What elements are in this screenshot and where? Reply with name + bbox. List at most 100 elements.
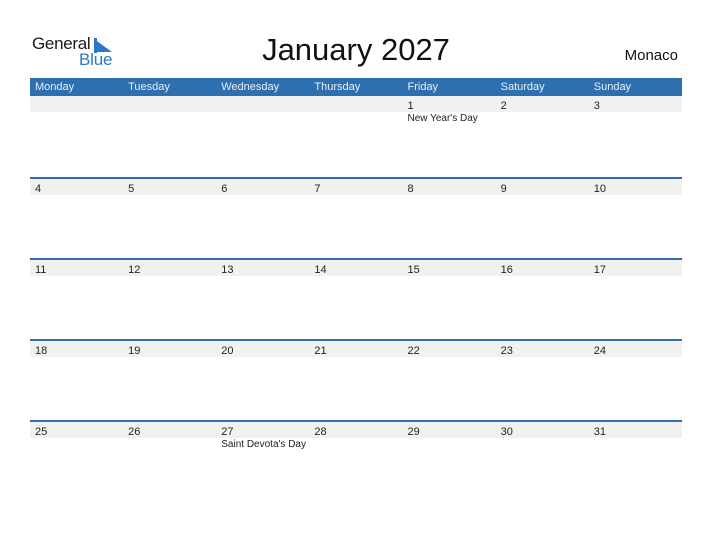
holiday-label [216, 195, 309, 196]
day-cell: 14 [309, 260, 402, 276]
day-cell: 15 [403, 260, 496, 276]
date-strip: 18 19 20 21 22 23 24 [30, 340, 682, 357]
day-number: 20 [221, 344, 234, 357]
holiday-label [123, 112, 216, 124]
day-number: 23 [500, 344, 513, 357]
day-number: 8 [407, 182, 414, 195]
week-row: 25 26 27 28 29 30 31 Saint Devota's Day [30, 420, 682, 501]
holiday-label: Saint Devota's Day [221, 438, 306, 450]
holiday-label [216, 276, 309, 277]
week-row: 4 5 6 7 8 9 10 [30, 177, 682, 258]
day-number: 1 [407, 100, 414, 112]
day-cell: 20 [216, 341, 309, 357]
holiday-label [123, 438, 216, 450]
week-row: 11 12 13 14 15 16 17 [30, 258, 682, 339]
day-cell: 27 [216, 422, 309, 438]
day-cell: 17 [589, 260, 682, 276]
day-cell: 10 [589, 179, 682, 195]
date-strip: 25 26 27 28 29 30 31 [30, 421, 682, 438]
weekday-tuesday: Tuesday [128, 81, 170, 93]
day-number: 19 [128, 344, 141, 357]
day-number: 2 [500, 100, 507, 112]
weekday-sunday: Sunday [593, 81, 632, 93]
date-strip: 11 12 13 14 15 16 17 [30, 259, 682, 276]
day-cell: 5 [123, 179, 216, 195]
holiday-label: New Year's Day [407, 113, 478, 124]
day-cell: 13 [216, 260, 309, 276]
day-cell: 16 [496, 260, 589, 276]
date-strip: 4 5 6 7 8 9 10 [30, 178, 682, 195]
holiday-label [496, 357, 589, 358]
holiday-row: New Year's Day [30, 112, 682, 124]
holiday-label [30, 438, 123, 450]
holiday-label [309, 438, 402, 450]
day-cell [216, 96, 309, 112]
day-number: 27 [221, 425, 234, 438]
day-cell: 4 [30, 179, 123, 195]
day-number: 14 [314, 263, 327, 276]
day-number: 26 [128, 425, 141, 438]
holiday-label [496, 438, 589, 450]
calendar-grid: Monday Tuesday Wednesday Thursday Friday… [30, 78, 682, 501]
day-number: 21 [314, 344, 327, 357]
weekday-header: Monday Tuesday Wednesday Thursday Friday… [30, 78, 682, 96]
holiday-label [496, 112, 589, 124]
holiday-label [403, 276, 496, 277]
holiday-label [589, 195, 682, 196]
day-cell: 28 [309, 422, 402, 438]
day-number: 30 [500, 425, 513, 438]
day-cell: 19 [123, 341, 216, 357]
day-cell: 11 [30, 260, 123, 276]
weekday-wednesday: Wednesday [221, 81, 280, 93]
day-cell: 21 [309, 341, 402, 357]
day-cell: 7 [309, 179, 402, 195]
holiday-label [589, 438, 682, 450]
day-number: 11 [35, 263, 47, 276]
holiday-label [589, 112, 682, 124]
holiday-label [589, 357, 682, 358]
holiday-label [309, 112, 402, 124]
holiday-label [309, 195, 402, 196]
page-title: January 2027 [262, 32, 450, 67]
day-cell: 12 [123, 260, 216, 276]
week-row: 18 19 20 21 22 23 24 [30, 339, 682, 420]
day-number: 10 [593, 182, 606, 195]
holiday-label [30, 357, 123, 358]
holiday-label [30, 276, 123, 277]
holiday-row: Saint Devota's Day [30, 438, 682, 450]
holiday-label [30, 195, 123, 196]
day-number: 4 [35, 182, 42, 195]
day-number: 16 [500, 263, 513, 276]
day-cell: 26 [123, 422, 216, 438]
date-strip: 1 2 3 [30, 96, 682, 112]
holiday-label [403, 195, 496, 196]
day-number: 31 [593, 425, 606, 438]
day-number: 22 [407, 344, 420, 357]
week-row: 1 2 3 New Year's Day [30, 96, 682, 177]
day-cell: 23 [496, 341, 589, 357]
day-cell: 2 [496, 96, 589, 112]
weekday-thursday: Thursday [314, 81, 361, 93]
holiday-label [30, 112, 123, 124]
holiday-label [123, 357, 216, 358]
day-cell: 30 [496, 422, 589, 438]
day-cell: 18 [30, 341, 123, 357]
day-number: 17 [593, 263, 606, 276]
holiday-label [589, 276, 682, 277]
holiday-label [216, 112, 309, 124]
day-number: 28 [314, 425, 327, 438]
holiday-label [496, 276, 589, 277]
day-number: 9 [500, 182, 507, 195]
holiday-label [123, 195, 216, 196]
day-cell: 9 [496, 179, 589, 195]
day-number: 5 [128, 182, 135, 195]
holiday-label [403, 438, 496, 450]
holiday-row [30, 195, 682, 196]
holiday-label [216, 357, 309, 358]
day-number: 13 [221, 263, 234, 276]
day-number: 7 [314, 182, 321, 195]
day-number: 3 [593, 100, 600, 112]
day-cell: 1 [403, 96, 496, 112]
day-number: 24 [593, 344, 606, 357]
day-cell: 29 [403, 422, 496, 438]
